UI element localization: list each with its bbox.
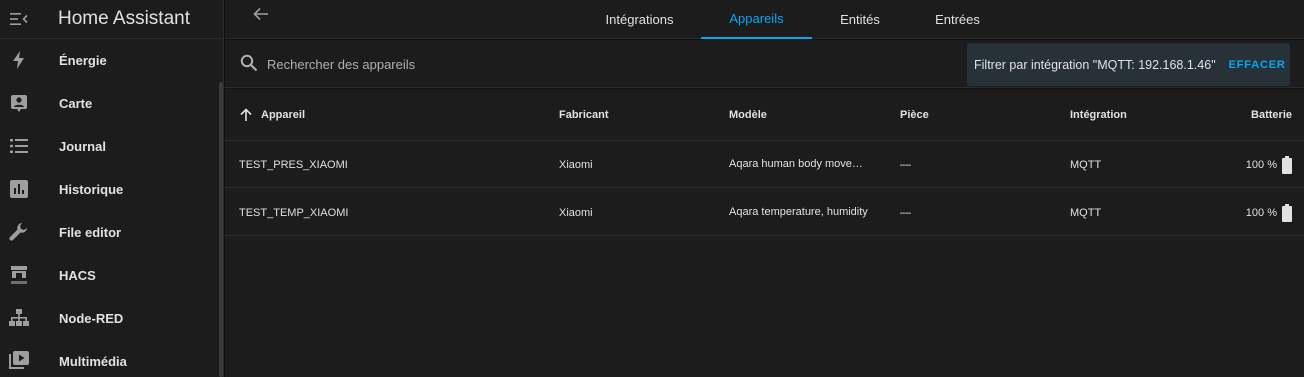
format-list-bulleted-icon: [10, 139, 28, 153]
battery-icon: [1282, 155, 1292, 174]
search-icon: [240, 54, 258, 72]
menu-button[interactable]: [0, 0, 38, 39]
hacs-icon: [11, 266, 27, 284]
sidebar-header: Home Assistant: [0, 0, 223, 39]
map-account-icon: [11, 95, 27, 112]
clear-filter-button[interactable]: EFFACER: [1229, 59, 1286, 71]
battery-icon: [1282, 203, 1292, 222]
table-row[interactable]: TEST_PRES_XIAOMI Xiaomi Aqara human body…: [225, 141, 1304, 188]
sidebar: Home Assistant Énergie Carte Journal His…: [0, 0, 224, 377]
sidebar-scrollbar[interactable]: [219, 82, 223, 377]
cell-area: —: [900, 206, 911, 219]
sidebar-item-multimedia[interactable]: Multimédia: [0, 341, 220, 377]
cell-integration: MQTT: [1070, 206, 1102, 219]
cell-battery: 100 %: [1246, 141, 1292, 188]
sidebar-item-label: Carte: [59, 95, 93, 111]
sidebar-item-file-editor[interactable]: File editor: [0, 212, 220, 252]
sidebar-item-journal[interactable]: Journal: [0, 126, 220, 166]
wrench-icon: [9, 223, 27, 241]
tab-entites[interactable]: Entités: [825, 0, 895, 39]
filter-text: Filtrer par intégration "MQTT: 192.168.1…: [974, 57, 1216, 72]
column-header-batterie[interactable]: Batterie: [1251, 89, 1292, 141]
column-header-fabricant[interactable]: Fabricant: [559, 89, 609, 141]
sidebar-item-label: Journal: [59, 138, 106, 154]
cell-manufacturer: Xiaomi: [559, 206, 593, 219]
top-bar: Intégrations Appareils Entités Entrées: [225, 0, 1304, 39]
sidebar-item-label: Historique: [59, 181, 124, 197]
sitemap-icon: [9, 309, 29, 326]
tab-entrees[interactable]: Entrées: [920, 0, 995, 39]
sidebar-item-hacs[interactable]: HACS: [0, 255, 220, 295]
cell-device: TEST_PRES_XIAOMI: [239, 158, 348, 171]
sidebar-item-label: HACS: [59, 267, 96, 283]
devices-table: Appareil Fabricant Modèle Pièce Intégrat…: [225, 89, 1304, 377]
sidebar-item-label: Énergie: [59, 52, 107, 68]
tab-appareils[interactable]: Appareils: [701, 0, 812, 39]
table-header: Appareil Fabricant Modèle Pièce Intégrat…: [225, 89, 1304, 141]
column-header-integration[interactable]: Intégration: [1070, 89, 1127, 141]
sidebar-item-carte[interactable]: Carte: [0, 83, 220, 123]
filter-chip: Filtrer par intégration "MQTT: 192.168.1…: [967, 43, 1290, 86]
lightning-bolt-icon: [13, 51, 24, 69]
search-input[interactable]: [267, 52, 767, 76]
column-header-appareil[interactable]: Appareil: [239, 89, 305, 141]
column-header-piece[interactable]: Pièce: [900, 89, 929, 141]
search-bar: Filtrer par intégration "MQTT: 192.168.1…: [225, 40, 1304, 88]
menu-open-icon: [10, 13, 28, 25]
cell-model: Aqara human body movement: [729, 158, 871, 170]
sidebar-item-label: Multimédia: [59, 353, 127, 369]
table-row[interactable]: TEST_TEMP_XIAOMI Xiaomi Aqara temperatur…: [225, 189, 1304, 236]
chart-box-icon: [10, 180, 28, 198]
sidebar-item-node-red[interactable]: Node-RED: [0, 298, 220, 338]
sidebar-item-historique[interactable]: Historique: [0, 169, 220, 209]
back-button[interactable]: [247, 0, 275, 28]
cell-area: —: [900, 158, 911, 171]
sidebar-item-label: Node-RED: [59, 310, 124, 326]
play-box-multiple-icon: [9, 351, 29, 369]
tab-integrations[interactable]: Intégrations: [592, 0, 687, 39]
sidebar-item-energie[interactable]: Énergie: [0, 40, 220, 80]
arrow-left-icon: [253, 7, 268, 21]
cell-manufacturer: Xiaomi: [559, 158, 593, 171]
cell-integration: MQTT: [1070, 158, 1102, 171]
cell-model: Aqara temperature, humidity: [729, 206, 868, 218]
cell-battery: 100 %: [1246, 189, 1292, 236]
sidebar-item-label: File editor: [59, 224, 122, 240]
app-title: Home Assistant: [58, 8, 190, 29]
arrow-up-icon: [240, 108, 252, 121]
column-header-modele[interactable]: Modèle: [729, 89, 767, 141]
cell-device: TEST_TEMP_XIAOMI: [239, 206, 349, 219]
